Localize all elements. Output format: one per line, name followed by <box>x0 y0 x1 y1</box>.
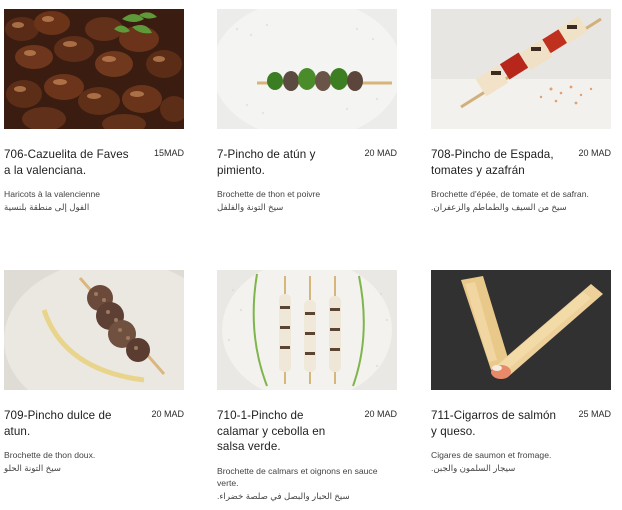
item-description-arabic: سيخ من السيف والطماطم والزعفران. <box>431 201 567 212</box>
item-name[interactable]: 706-Cazuelita de Faves a la valenciana. <box>4 147 134 178</box>
menu-item-card[interactable]: 711-Cigarros de salmón y queso. 25 MAD C… <box>431 270 611 474</box>
menu-item-card[interactable]: 706-Cazuelita de Faves a la valenciana. … <box>4 9 184 213</box>
item-name[interactable]: 711-Cigarros de salmón y queso. <box>431 408 561 439</box>
menu-item-card[interactable]: 710-1-Pincho de calamar y cebolla en sal… <box>217 270 397 502</box>
item-description: Brochette d'épée, de tomate et de safran… <box>431 189 589 199</box>
item-header: 708-Pincho de Espada, tomates y azafrán … <box>431 147 611 178</box>
item-header: 706-Cazuelita de Faves a la valenciana. … <box>4 147 184 178</box>
salmon-cigars-photo[interactable] <box>431 270 611 390</box>
item-description: Haricots à la valencienne <box>4 189 101 199</box>
item-description-arabic: سيخ الحبار والبصل في صلصة خضراء. <box>217 490 350 501</box>
item-description-arabic: سيجار السلمون والجبن. <box>431 462 516 473</box>
item-header: 711-Cigarros de salmón y queso. 25 MAD <box>431 408 611 439</box>
item-price: 20 MAD <box>151 409 184 419</box>
item-header: 709-Pincho dulce de atun. 20 MAD <box>4 408 184 439</box>
item-header: 7-Pincho de atún y pimiento. 20 MAD <box>217 147 397 178</box>
squid-skewers-photo[interactable] <box>217 270 397 390</box>
item-description-arabic: سيخ التونة والفلفل <box>217 201 284 212</box>
sweet-tuna-skewer-photo[interactable] <box>4 270 184 390</box>
beans-dish-photo[interactable] <box>4 9 184 129</box>
item-name[interactable]: 7-Pincho de atún y pimiento. <box>217 147 347 178</box>
item-description: Brochette de thon et poivre <box>217 189 321 199</box>
menu-item-card[interactable]: 7-Pincho de atún y pimiento. 20 MAD Broc… <box>217 9 397 213</box>
item-description: Brochette de calmars et oignons en sauce… <box>217 465 378 489</box>
menu-item-card[interactable]: 709-Pincho dulce de atun. 20 MAD Brochet… <box>4 270 184 474</box>
item-price: 20 MAD <box>364 409 397 419</box>
swordfish-skewer-photo[interactable] <box>431 9 611 129</box>
menu-grid: 706-Cazuelita de Faves a la valenciana. … <box>0 0 622 510</box>
item-price: 20 MAD <box>364 148 397 158</box>
item-price: 20 MAD <box>578 148 611 158</box>
item-description-arabic: الفول إلى منطقة بلنسية <box>4 201 90 212</box>
item-name[interactable]: 710-1-Pincho de calamar y cebolla en sal… <box>217 408 347 455</box>
item-description: Brochette de thon doux. <box>4 450 96 460</box>
item-name[interactable]: 709-Pincho dulce de atun. <box>4 408 134 439</box>
item-description-arabic: سيخ التونة الحلو <box>4 462 61 473</box>
tuna-skewer-photo[interactable] <box>217 9 397 129</box>
item-header: 710-1-Pincho de calamar y cebolla en sal… <box>217 408 397 455</box>
menu-item-card[interactable]: 708-Pincho de Espada, tomates y azafrán … <box>431 9 611 213</box>
item-description: Cigares de saumon et fromage. <box>431 450 552 460</box>
item-name[interactable]: 708-Pincho de Espada, tomates y azafrán <box>431 147 561 178</box>
item-price: 25 MAD <box>578 409 611 419</box>
item-price: 15MAD <box>153 148 184 158</box>
